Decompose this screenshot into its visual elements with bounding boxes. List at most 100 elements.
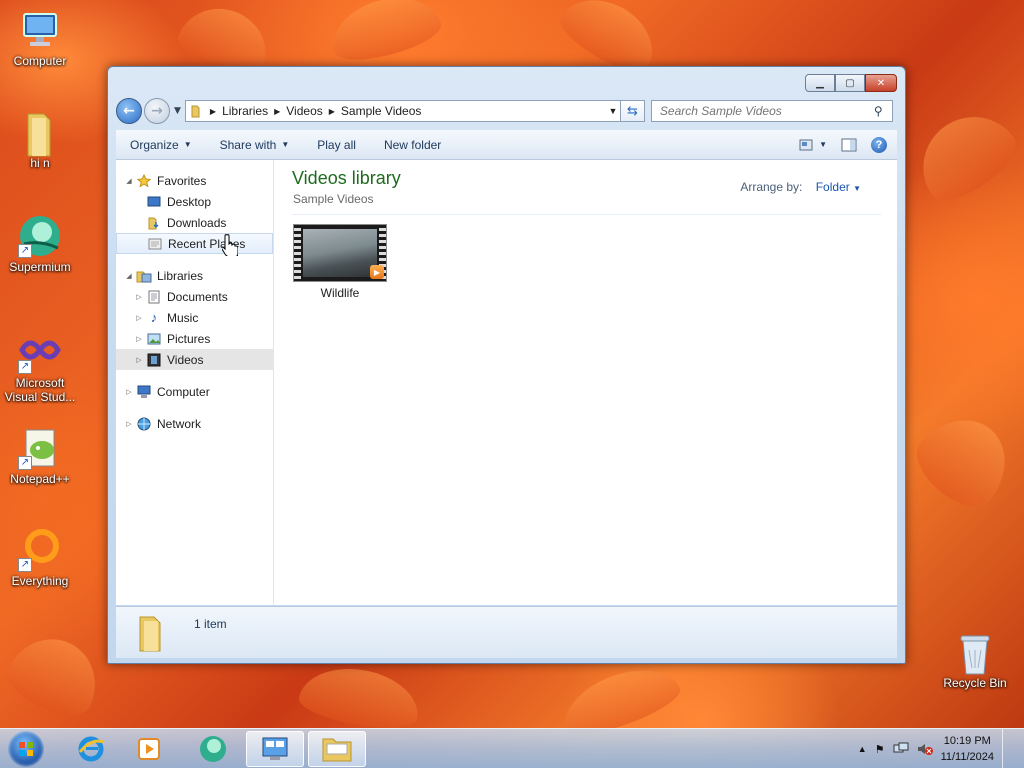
nav-item-pictures[interactable]: ▷ Pictures	[116, 328, 273, 349]
new-folder-button[interactable]: New folder	[370, 130, 455, 159]
taskbar-control-panel[interactable]	[246, 731, 304, 767]
file-item[interactable]: ▶ Wildlife	[292, 224, 388, 300]
taskbar-supermium[interactable]	[184, 731, 242, 767]
new-folder-label: New folder	[383, 137, 442, 152]
nav-item-favorites[interactable]: ◢ Favorites	[116, 170, 273, 191]
nav-label: Pictures	[167, 331, 211, 346]
computer-icon	[136, 385, 152, 399]
shortcut-arrow-icon: ↗	[18, 244, 32, 258]
desktop-icon-label: Notepad++	[10, 472, 70, 486]
supermium-icon	[200, 736, 226, 762]
nav-item-desktop[interactable]: Desktop	[116, 191, 273, 212]
volume-muted-icon[interactable]	[917, 742, 933, 756]
hand-cursor-icon	[222, 234, 238, 256]
collapsed-arrow-icon[interactable]: ▷	[134, 335, 144, 343]
change-view-button[interactable]: ▼	[799, 139, 827, 151]
visual-studio-icon: ↗	[18, 330, 62, 374]
nav-item-music[interactable]: ▷ ♪ Music	[116, 307, 273, 328]
search-icon[interactable]: ⚲	[874, 104, 892, 118]
desktop-icon	[146, 195, 162, 209]
forward-button[interactable]: →	[144, 98, 170, 124]
nav-label: Computer	[157, 384, 210, 399]
breadcrumb-separator-icon[interactable]: ▶	[329, 107, 335, 116]
breadcrumb-videos[interactable]: Videos	[286, 104, 322, 118]
play-all-button[interactable]: Play all	[303, 130, 370, 159]
expand-arrow-icon[interactable]: ◢	[124, 177, 134, 185]
arrange-by-label: Arrange by:	[740, 180, 803, 194]
nav-item-videos[interactable]: ▷ Videos	[116, 349, 273, 370]
taskbar-explorer[interactable]	[308, 731, 366, 767]
nav-item-recent-places[interactable]: Recent Places	[116, 233, 273, 254]
share-with-label: Share with	[219, 137, 277, 152]
clock[interactable]: 10:19 PM 11/11/2024	[941, 733, 994, 765]
breadcrumb-separator-icon[interactable]: ▶	[274, 107, 280, 116]
network-status-icon[interactable]	[893, 742, 909, 756]
everything-icon: ↗	[18, 528, 62, 572]
expand-arrow-icon[interactable]: ◢	[124, 272, 134, 280]
file-name: Wildlife	[320, 286, 360, 300]
organize-label: Organize	[130, 137, 179, 152]
minimize-button[interactable]: ▁	[805, 74, 835, 92]
breadcrumb-libraries[interactable]: Libraries	[222, 104, 268, 118]
start-button[interactable]	[8, 731, 44, 767]
view-icon	[799, 139, 813, 150]
clock-time: 10:19 PM	[943, 735, 991, 747]
explorer-window[interactable]: ▁ ▢ ✕ ← → ▼ ▶ Libraries ▶ Videos ▶ Sampl…	[107, 66, 906, 664]
content-pane: Videos library Sample Videos Arrange by:…	[222, 160, 897, 605]
pictures-icon	[146, 332, 162, 346]
documents-icon	[146, 290, 162, 304]
desktop-icon-computer[interactable]: Computer	[0, 8, 80, 68]
desktop-icon-label: Recycle Bin	[943, 676, 1007, 690]
desktop-icon-recycle-bin[interactable]: Recycle Bin	[935, 630, 1015, 690]
show-hidden-icons-button[interactable]: ▲	[858, 744, 867, 754]
videos-icon	[146, 353, 162, 367]
music-icon: ♪	[150, 310, 158, 325]
collapsed-arrow-icon[interactable]: ▷	[134, 314, 144, 322]
nav-label: Documents	[167, 289, 228, 304]
desktop-icon-label: Everything	[11, 574, 69, 588]
maximize-button[interactable]: ▢	[835, 74, 865, 92]
search-box[interactable]: ⚲	[650, 100, 893, 122]
action-center-flag-icon[interactable]: ⚑	[875, 743, 885, 756]
arrange-by-dropdown[interactable]: Folder ▼	[816, 180, 861, 194]
breadcrumb-sample-videos[interactable]: Sample Videos	[341, 104, 422, 118]
back-button[interactable]: ←	[116, 98, 142, 124]
collapsed-arrow-icon[interactable]: ▷	[134, 356, 144, 364]
collapsed-arrow-icon[interactable]: ▷	[134, 293, 144, 301]
nav-item-downloads[interactable]: Downloads	[116, 212, 273, 233]
navigation-bar: ← → ▼ ▶ Libraries ▶ Videos ▶ Sample Vide…	[116, 97, 897, 125]
close-button[interactable]: ✕	[865, 74, 897, 92]
refresh-button[interactable]: ⇆	[620, 100, 645, 122]
media-player-icon	[138, 738, 160, 760]
recycle-bin-icon	[953, 630, 997, 675]
preview-pane-icon[interactable]	[841, 138, 857, 152]
desktop-icon-notepadpp[interactable]: ↗ Notepad++	[0, 426, 80, 486]
nav-item-libraries[interactable]: ◢ Libraries	[116, 265, 273, 286]
taskbar-internet-explorer[interactable]	[62, 731, 120, 767]
refresh-icon: ⇆	[626, 103, 638, 119]
folder-icon	[139, 616, 161, 652]
desktop-icon-visual-studio[interactable]: ↗ Microsoft Visual Stud...	[0, 330, 80, 404]
film-strip	[294, 225, 301, 281]
search-input[interactable]	[659, 104, 874, 118]
nav-label: Network	[157, 416, 202, 431]
star-icon	[136, 173, 152, 188]
address-dropdown-icon[interactable]: ▼	[606, 106, 620, 116]
desktop-icon-everything[interactable]: ↗ Everything	[0, 528, 80, 588]
thumbnail-image	[303, 229, 377, 277]
help-icon[interactable]: ?	[871, 136, 887, 153]
collapsed-arrow-icon[interactable]: ▷	[124, 420, 134, 428]
nav-item-network[interactable]: ▷ Network	[116, 413, 273, 434]
desktop-icon-supermium[interactable]: ↗ Supermium	[0, 214, 80, 274]
desktop-icon-folder[interactable]: hi n	[0, 110, 80, 170]
address-bar[interactable]: ▶ Libraries ▶ Videos ▶ Sample Videos ▼	[184, 100, 621, 122]
taskbar-media-player[interactable]	[120, 731, 178, 767]
breadcrumb-separator-icon[interactable]: ▶	[210, 107, 216, 116]
show-desktop-button[interactable]	[1002, 729, 1014, 768]
organize-button[interactable]: Organize ▼	[116, 130, 206, 159]
recent-pages-dropdown[interactable]: ▼	[174, 106, 181, 116]
nav-item-documents[interactable]: ▷ Documents	[116, 286, 273, 307]
collapsed-arrow-icon[interactable]: ▷	[124, 388, 134, 396]
share-with-button[interactable]: Share with ▼	[206, 130, 304, 159]
nav-item-computer[interactable]: ▷ Computer	[116, 381, 273, 402]
